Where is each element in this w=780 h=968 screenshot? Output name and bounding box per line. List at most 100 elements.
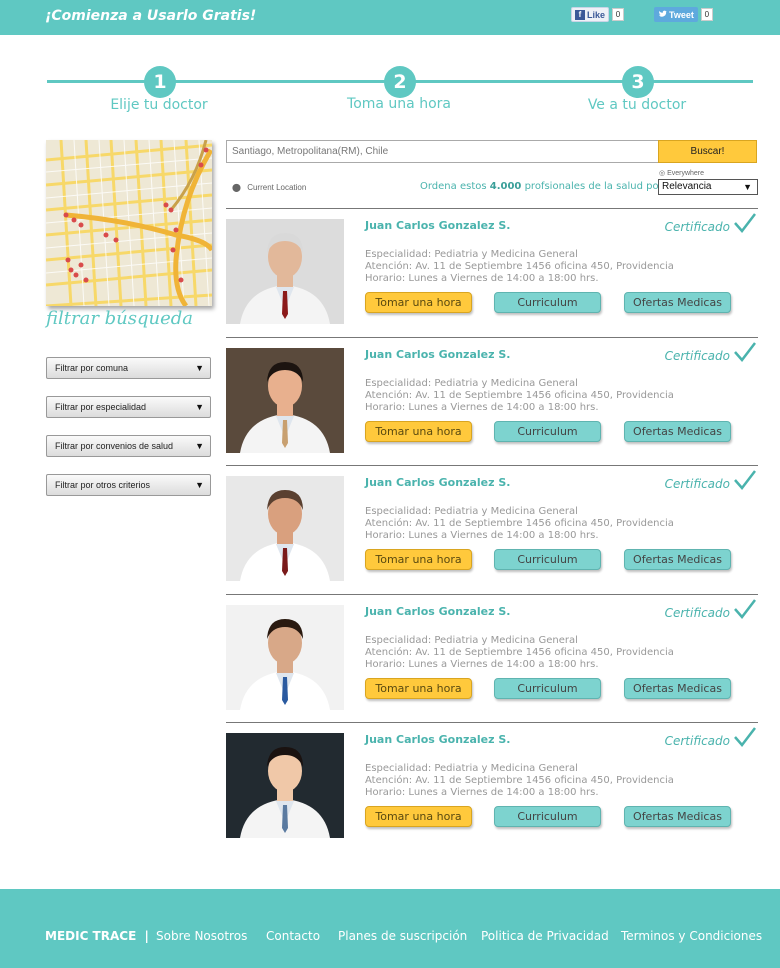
step-2-label: Toma una hora <box>347 96 451 112</box>
doctor-specialty: Especialidad: Pediatria y Medicina Gener… <box>365 763 578 774</box>
doctor-hours: Horario: Lunes a Viernes de 14:00 a 18:0… <box>365 530 599 541</box>
dropdown-arrow-icon: ▼ <box>195 363 204 373</box>
book-appointment-button[interactable]: Tomar una hora <box>365 549 472 570</box>
book-appointment-button[interactable]: Tomar una hora <box>365 806 472 827</box>
book-appointment-button[interactable]: Tomar una hora <box>365 678 472 699</box>
current-location-link[interactable]: ⬤ Current Location <box>232 183 306 192</box>
promo-link[interactable]: ¡Comienza a Usarlo Gratis! <box>45 8 256 24</box>
facebook-like-label: Like <box>587 9 606 20</box>
certified-label: Certificado <box>664 349 730 363</box>
tweet[interactable]: Tweet 0 <box>654 7 713 22</box>
medical-offers-button[interactable]: Ofertas Medicas <box>624 806 731 827</box>
doctor-photo[interactable] <box>226 219 344 324</box>
footer-link-privacidad[interactable]: Politica de Privacidad <box>481 929 609 943</box>
medical-offers-button[interactable]: Ofertas Medicas <box>624 549 731 570</box>
filter-especialidad-label: Filtrar por especialidad <box>55 402 147 412</box>
curriculum-button[interactable]: Curriculum <box>494 421 601 442</box>
footer-link-sobre-nosotros[interactable]: Sobre Nosotros <box>156 929 247 943</box>
order-count: 4.000 <box>489 181 522 192</box>
doctor-card: Juan Carlos Gonzalez S. Certificado Espe… <box>226 722 758 850</box>
curriculum-button[interactable]: Curriculum <box>494 292 601 313</box>
doctor-name[interactable]: Juan Carlos Gonzalez S. <box>365 733 510 746</box>
doctor-hours: Horario: Lunes a Viernes de 14:00 a 18:0… <box>365 659 599 670</box>
doctor-info: Especialidad: Pediatria y Medicina Gener… <box>365 249 674 285</box>
footer-brand[interactable]: MEDIC TRACE | <box>45 929 149 943</box>
certified-check-icon <box>734 470 756 490</box>
facebook-like-button[interactable]: f Like <box>571 7 610 22</box>
doctor-specialty: Especialidad: Pediatria y Medicina Gener… <box>365 506 578 517</box>
facebook-like-count: 0 <box>612 8 625 21</box>
dropdown-arrow-icon: ▼ <box>195 480 204 490</box>
doctor-card: Juan Carlos Gonzalez S. Certificado Espe… <box>226 465 758 593</box>
doctor-address: Atención: Av. 11 de Septiembre 1456 ofic… <box>365 518 674 529</box>
footer-link-terminos[interactable]: Terminos y Condiciones <box>621 929 762 943</box>
doctor-photo-image <box>226 476 344 581</box>
certified-check-icon <box>734 599 756 619</box>
filter-otros-label: Filtrar por otros criterios <box>55 480 151 490</box>
filter-comuna-label: Filtrar por comuna <box>55 363 129 373</box>
footer-link-planes[interactable]: Planes de suscripción <box>338 929 467 943</box>
sort-value: Relevancia <box>662 181 712 192</box>
doctor-photo[interactable] <box>226 733 344 838</box>
doctor-photo[interactable] <box>226 476 344 581</box>
medical-offers-button[interactable]: Ofertas Medicas <box>624 292 731 313</box>
filter-especialidad-select[interactable]: Filtrar por especialidad ▼ <box>46 396 211 418</box>
location-pin-icon: ⬤ <box>232 183 241 192</box>
step-1-label: Elije tu doctor <box>110 97 208 113</box>
doctor-name[interactable]: Juan Carlos Gonzalez S. <box>365 476 510 489</box>
doctor-info: Especialidad: Pediatria y Medicina Gener… <box>365 378 674 414</box>
doctor-card: Juan Carlos Gonzalez S. Certificado Espe… <box>226 594 758 722</box>
doctor-card: Juan Carlos Gonzalez S. Certificado Espe… <box>226 208 758 336</box>
curriculum-button[interactable]: Curriculum <box>494 806 601 827</box>
doctor-address: Atención: Av. 11 de Septiembre 1456 ofic… <box>365 775 674 786</box>
facebook-like[interactable]: f Like 0 <box>571 7 625 22</box>
step-3-label: Ve a tu doctor <box>587 97 687 113</box>
search-button[interactable]: Buscar! <box>658 140 757 163</box>
curriculum-button[interactable]: Curriculum <box>494 678 601 699</box>
step-3-circle: 3 <box>622 66 654 98</box>
doctor-specialty: Especialidad: Pediatria y Medicina Gener… <box>365 378 578 389</box>
certified-check-icon <box>734 342 756 362</box>
doctor-hours: Horario: Lunes a Viernes de 14:00 a 18:0… <box>365 787 599 798</box>
certified-check-icon <box>734 727 756 747</box>
certified-label: Certificado <box>664 220 730 234</box>
doctor-address: Atención: Av. 11 de Septiembre 1456 ofic… <box>365 390 674 401</box>
medical-offers-button[interactable]: Ofertas Medicas <box>624 421 731 442</box>
location-search-input[interactable]: Santiago, Metropolitana(RM), Chile <box>226 140 660 163</box>
medical-offers-button[interactable]: Ofertas Medicas <box>624 678 731 699</box>
book-appointment-button[interactable]: Tomar una hora <box>365 292 472 313</box>
sort-select[interactable]: Relevancia ▼ <box>658 179 758 195</box>
doctor-photo[interactable] <box>226 348 344 453</box>
doctor-specialty: Especialidad: Pediatria y Medicina Gener… <box>365 249 578 260</box>
everywhere-option[interactable]: ◎ Everywhere <box>659 169 704 177</box>
filter-comuna-select[interactable]: Filtrar por comuna ▼ <box>46 357 211 379</box>
location-map[interactable] <box>46 140 212 306</box>
filter-convenios-select[interactable]: Filtrar por convenios de salud ▼ <box>46 435 211 457</box>
doctor-photo[interactable] <box>226 605 344 710</box>
filter-title: filtrar búsqueda <box>46 308 194 329</box>
book-appointment-button[interactable]: Tomar una hora <box>365 421 472 442</box>
doctor-hours: Horario: Lunes a Viernes de 14:00 a 18:0… <box>365 273 599 284</box>
facebook-icon: f <box>575 9 585 20</box>
doctor-name[interactable]: Juan Carlos Gonzalez S. <box>365 605 510 618</box>
certified-label: Certificado <box>664 477 730 491</box>
doctor-photo-image <box>226 219 344 324</box>
step-2-circle: 2 <box>384 66 416 98</box>
tweet-button[interactable]: Tweet <box>654 7 698 22</box>
current-location-label: Current Location <box>247 183 307 192</box>
doctor-card: Juan Carlos Gonzalez S. Certificado Espe… <box>226 337 758 465</box>
doctor-name[interactable]: Juan Carlos Gonzalez S. <box>365 219 510 232</box>
doctor-photo-image <box>226 348 344 453</box>
doctor-specialty: Especialidad: Pediatria y Medicina Gener… <box>365 635 578 646</box>
filter-otros-select[interactable]: Filtrar por otros criterios ▼ <box>46 474 211 496</box>
map-graphic <box>46 140 212 306</box>
doctor-name[interactable]: Juan Carlos Gonzalez S. <box>365 348 510 361</box>
order-text: Ordena estos 4.000 profsionales de la sa… <box>420 181 666 192</box>
tweet-count: 0 <box>700 8 713 21</box>
curriculum-button[interactable]: Curriculum <box>494 549 601 570</box>
doctor-photo-image <box>226 733 344 838</box>
certified-label: Certificado <box>664 606 730 620</box>
footer-link-contacto[interactable]: Contacto <box>266 929 320 943</box>
step-1-circle: 1 <box>144 66 176 98</box>
doctor-info: Especialidad: Pediatria y Medicina Gener… <box>365 635 674 671</box>
